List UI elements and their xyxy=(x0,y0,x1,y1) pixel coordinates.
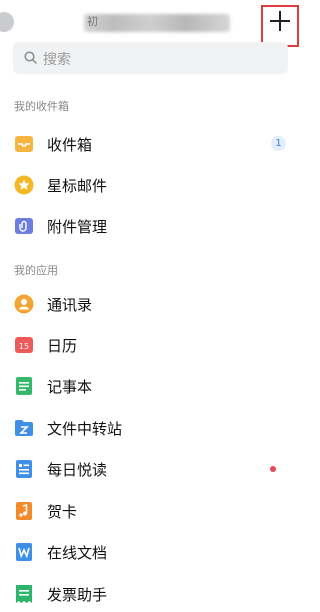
notebook-icon xyxy=(16,377,32,395)
account-title-fragment: 初 xyxy=(87,15,98,28)
search-bar[interactable]: 搜索 xyxy=(13,42,288,74)
list-item-notebook[interactable]: 记事本 xyxy=(0,366,300,406)
plus-icon[interactable] xyxy=(270,11,290,31)
account-title-blurred[interactable] xyxy=(84,14,230,32)
list-item-file-transfer[interactable]: 文件中转站 xyxy=(0,408,300,448)
calendar-day-number: 15 xyxy=(19,342,29,351)
list-item-calendar[interactable]: 15 日历 xyxy=(0,325,300,365)
list-item-label: 星标邮件 xyxy=(47,177,108,195)
list-item-label: 附件管理 xyxy=(47,218,108,236)
list-item-label: 记事本 xyxy=(47,378,93,396)
list-item-label: 发票助手 xyxy=(47,586,108,604)
list-item-label: 通讯录 xyxy=(47,296,93,314)
calendar-icon: 15 xyxy=(15,337,33,353)
top-bar: 初 xyxy=(0,0,300,47)
list-item-label: 日历 xyxy=(47,337,78,355)
list-item-label: 收件箱 xyxy=(47,136,93,154)
reading-icon xyxy=(16,460,32,478)
list-item-label: 每日悦读 xyxy=(47,461,108,479)
unread-count-badge: 1 xyxy=(271,136,286,151)
list-item-attachments[interactable]: 附件管理 xyxy=(0,206,300,246)
list-item-label: 在线文档 xyxy=(47,544,108,562)
list-item-inbox[interactable]: 收件箱 1 xyxy=(0,124,300,164)
attachment-icon xyxy=(15,218,33,234)
invoice-icon xyxy=(16,585,32,603)
list-item-greeting-card[interactable]: 贺卡 xyxy=(0,491,300,531)
greeting-card-icon xyxy=(16,502,32,520)
list-item-label: 贺卡 xyxy=(47,503,78,521)
online-doc-icon xyxy=(16,543,32,561)
section-title-apps: 我的应用 xyxy=(14,264,58,277)
contacts-icon xyxy=(14,294,34,314)
search-input[interactable]: 搜索 xyxy=(43,49,71,69)
file-transfer-icon xyxy=(15,420,33,436)
list-item-contacts[interactable]: 通讯录 xyxy=(0,284,300,324)
avatar[interactable] xyxy=(0,12,14,32)
list-item-label: 文件中转站 xyxy=(47,420,123,438)
star-icon xyxy=(14,175,34,195)
section-title-mailbox: 我的收件箱 xyxy=(14,100,69,113)
inbox-tray-icon xyxy=(15,136,33,152)
list-item-starred[interactable]: 星标邮件 xyxy=(0,165,300,205)
search-icon xyxy=(24,51,37,64)
list-item-invoice[interactable]: 发票助手 xyxy=(0,574,300,612)
list-item-online-docs[interactable]: 在线文档 xyxy=(0,532,300,572)
new-content-dot xyxy=(270,466,276,472)
list-item-daily-reading[interactable]: 每日悦读 xyxy=(0,449,300,489)
